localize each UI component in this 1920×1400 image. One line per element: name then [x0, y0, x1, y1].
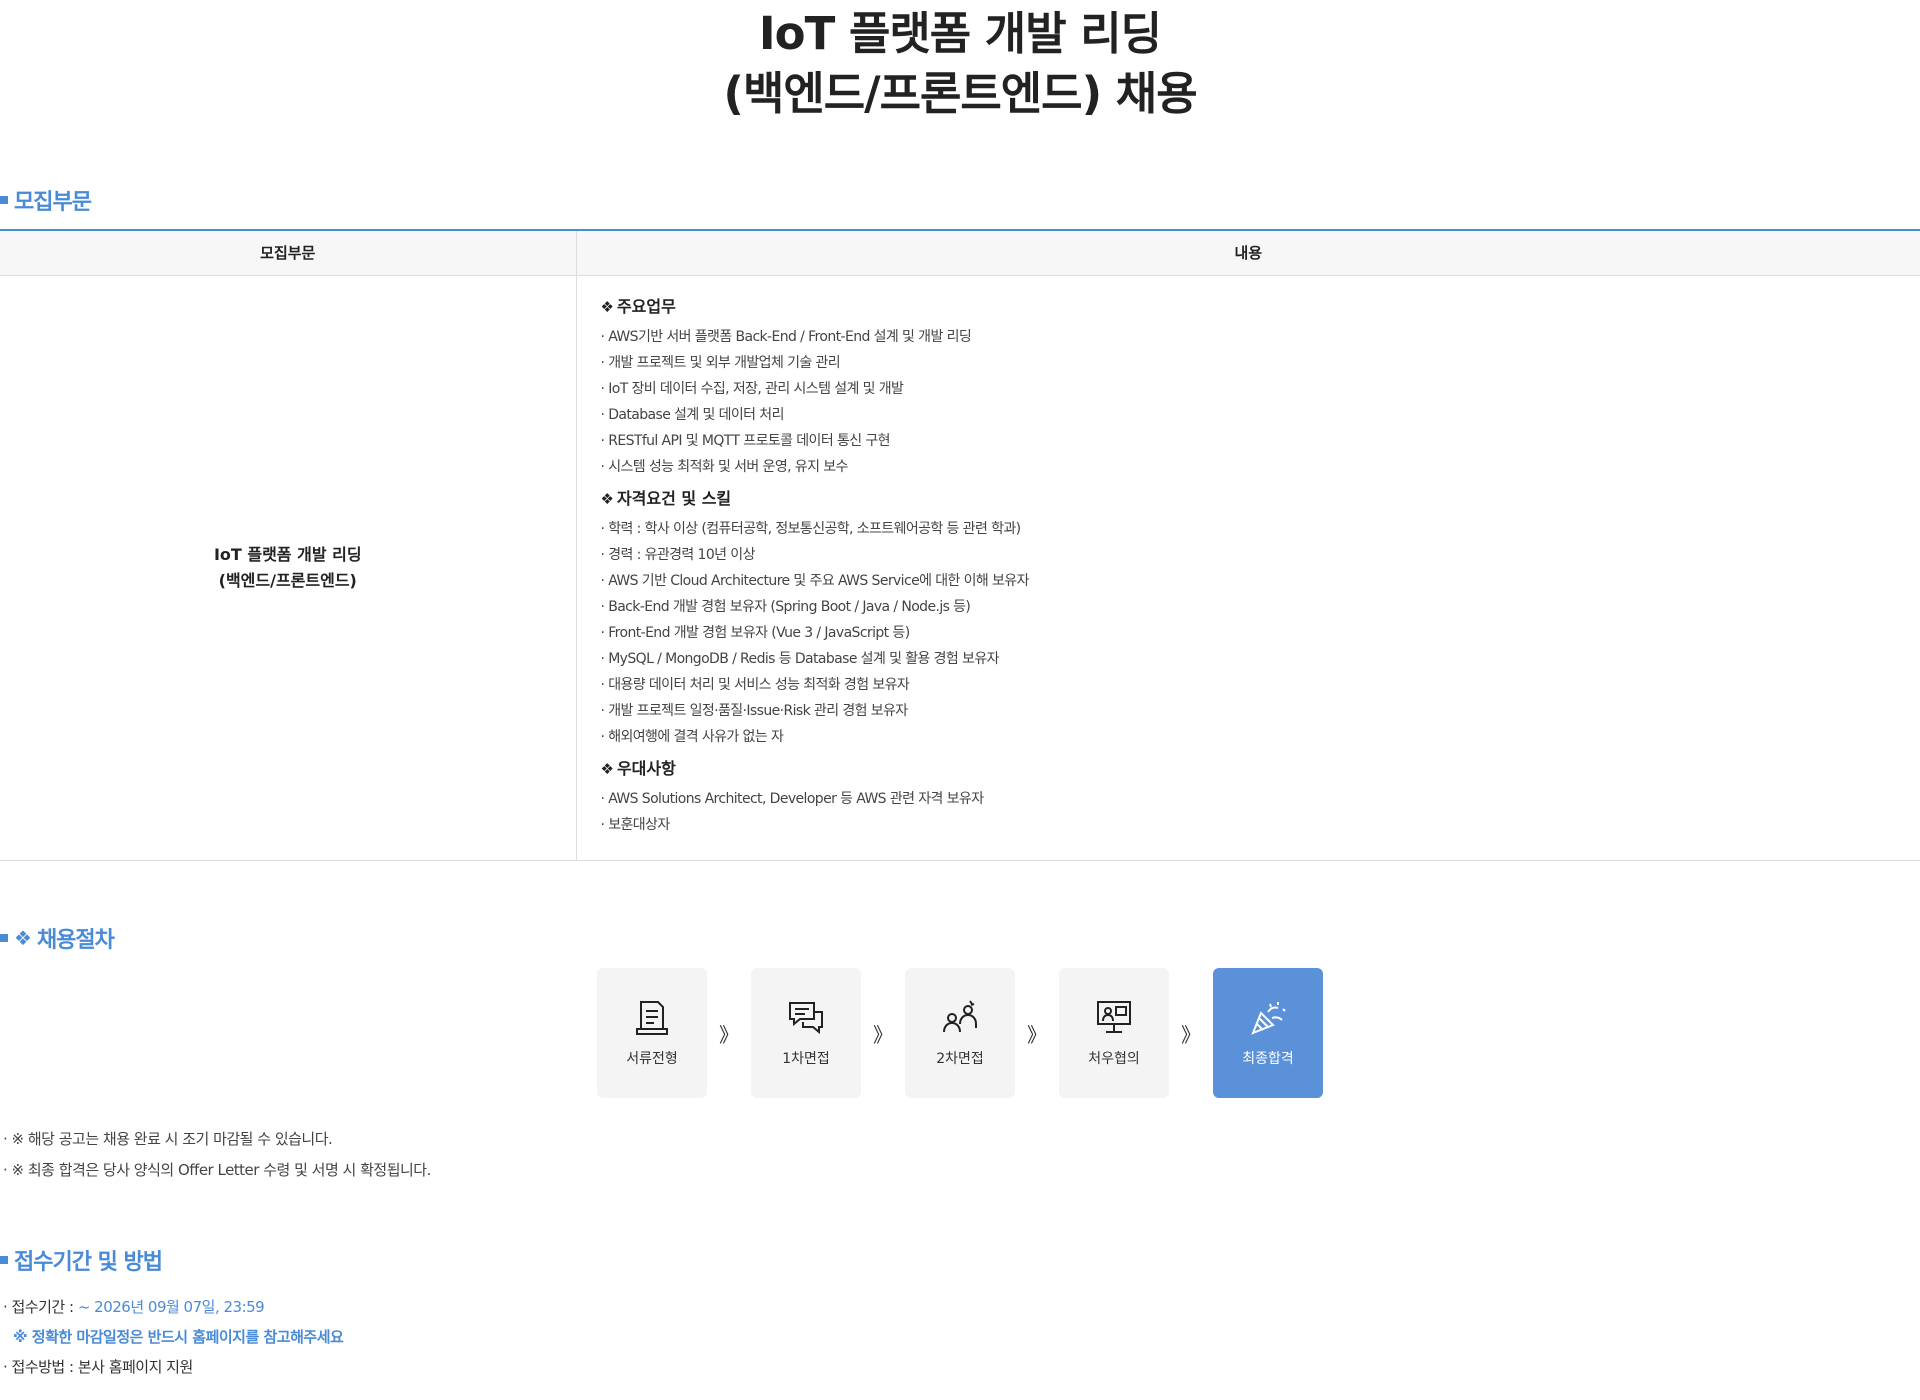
- diamond-bullet-icon: ❖: [600, 759, 614, 778]
- chat-bubbles-icon: [789, 1002, 823, 1035]
- table-header-position: 모집부문: [0, 230, 577, 276]
- diamond-bullet-icon: ❖: [600, 489, 614, 508]
- preferred-title: ❖ 우대사항: [601, 758, 1920, 780]
- duties-title-text: 주요업무: [616, 296, 676, 316]
- page-title-line1: IoT 플랫폼 개발 리딩: [758, 7, 1162, 60]
- list-item: 해외여행에 결격 사유가 없는 자: [601, 724, 1920, 750]
- square-bullet-icon: [0, 1256, 8, 1264]
- step-label: 1차면접: [782, 1051, 830, 1067]
- document-icon: [636, 1001, 668, 1035]
- recruit-table: 모집부문 내용 IoT 플랫폼 개발 리딩 (백엔드/프론트엔드) ❖ 주요업무…: [0, 229, 1920, 861]
- step-first-interview: 1차면접: [751, 968, 861, 1098]
- step-label: 2차면접: [936, 1051, 984, 1067]
- diamond-bullet-icon: ❖: [14, 926, 32, 950]
- list-item: Database 설계 및 데이터 처리: [601, 402, 1920, 428]
- duties-title: ❖ 주요업무: [601, 296, 1920, 318]
- apply-period-label: · 접수기간 :: [3, 1298, 78, 1316]
- table-row: IoT 플랫폼 개발 리딩 (백엔드/프론트엔드) ❖ 주요업무 AWS기반 서…: [0, 275, 1920, 861]
- note-item: · ※ 최종 합격은 당사 양식의 Offer Letter 수령 및 서명 시…: [3, 1161, 431, 1179]
- list-item: 개발 프로젝트 및 외부 개발업체 기술 관리: [601, 350, 1920, 376]
- preferred-block: ❖ 우대사항 AWS Solutions Architect, Develope…: [601, 758, 1920, 838]
- step-final-pass: 최종합격: [1213, 968, 1323, 1098]
- list-item: AWS기반 서버 플랫폼 Back-End / Front-End 설계 및 개…: [601, 324, 1920, 350]
- diamond-bullet-icon: ❖: [600, 297, 614, 316]
- section-heading-apply: 접수기간 및 방법: [0, 1243, 163, 1277]
- party-popper-icon: [1251, 1002, 1286, 1035]
- list-item: 경력 : 유관경력 10년 이상: [601, 542, 1920, 568]
- people-icon: [943, 1000, 977, 1033]
- content-cell: ❖ 주요업무 AWS기반 서버 플랫폼 Back-End / Front-End…: [576, 275, 1920, 861]
- square-bullet-icon: [0, 934, 8, 942]
- chevron-right-icon: 》: [719, 1022, 739, 1047]
- list-item: 시스템 성능 최적화 및 서버 운영, 유지 보수: [601, 454, 1920, 480]
- chevron-right-icon: 》: [873, 1022, 893, 1047]
- list-item: AWS Solutions Architect, Developer 등 AWS…: [601, 786, 1920, 812]
- step-second-interview: 2차면접: [905, 968, 1015, 1098]
- step-negotiation: 처우협의: [1059, 968, 1169, 1098]
- apply-warning: ※ 정확한 마감일정은 반드시 홈페이지를 참고해주세요: [13, 1328, 344, 1346]
- page-title-line2: (백엔드/프론트엔드) 채용: [723, 67, 1197, 120]
- apply-period: · 접수기간 : ~ 2026년 09월 07일, 23:59: [3, 1292, 343, 1322]
- section-title: 접수기간 및 방법: [14, 1250, 163, 1275]
- apply-period-value: ~ 2026년 09월 07일, 23:59: [77, 1298, 265, 1316]
- step-label: 최종합격: [1242, 1051, 1294, 1067]
- apply-method: · 접수방법 : 본사 홈페이지 지원: [3, 1358, 193, 1376]
- list-item: Front-End 개발 경험 보유자 (Vue 3 / JavaScript …: [601, 620, 1920, 646]
- square-bullet-icon: [0, 196, 8, 204]
- list-item: Back-End 개발 경험 보유자 (Spring Boot / Java /…: [601, 594, 1920, 620]
- process-notes: · ※ 해당 공고는 채용 완료 시 조기 마감될 수 있습니다. · ※ 최종…: [3, 1124, 431, 1186]
- page-title: IoT 플랫폼 개발 리딩 (백엔드/프론트엔드) 채용: [0, 4, 1920, 124]
- section-title: 채용절차: [36, 928, 115, 953]
- list-item: 대용량 데이터 처리 및 서비스 성능 최적화 경험 보유자: [601, 672, 1920, 698]
- note-item: · ※ 해당 공고는 채용 완료 시 조기 마감될 수 있습니다.: [3, 1130, 333, 1148]
- chevron-right-icon: 》: [1181, 1022, 1201, 1047]
- list-item: 보훈대상자: [601, 812, 1920, 838]
- position-cell: IoT 플랫폼 개발 리딩 (백엔드/프론트엔드): [0, 275, 577, 861]
- step-label: 서류전형: [626, 1051, 678, 1067]
- section-heading-process: ❖ 채용절차: [0, 921, 115, 955]
- table-header-content: 내용: [576, 230, 1920, 276]
- duties-block: ❖ 주요업무 AWS기반 서버 플랫폼 Back-End / Front-End…: [601, 296, 1920, 480]
- requirements-title: ❖ 자격요건 및 스킬: [601, 488, 1920, 510]
- step-document-screening: 서류전형: [597, 968, 707, 1098]
- requirements-title-text: 자격요건 및 스킬: [616, 488, 732, 508]
- requirements-block: ❖ 자격요건 및 스킬 학력 : 학사 이상 (컴퓨터공학, 정보통신공학, 소…: [601, 488, 1920, 750]
- preferred-title-text: 우대사항: [616, 758, 676, 778]
- monitor-meeting-icon: [1097, 1001, 1131, 1033]
- list-item: AWS 기반 Cloud Architecture 및 주요 AWS Servi…: [601, 568, 1920, 594]
- section-heading-recruit: 모집부문: [0, 183, 92, 217]
- step-label: 처우협의: [1088, 1051, 1140, 1067]
- list-item: 학력 : 학사 이상 (컴퓨터공학, 정보통신공학, 소프트웨어공학 등 관련 …: [601, 516, 1920, 542]
- section-title: 모집부문: [14, 190, 92, 215]
- position-name-line1: IoT 플랫폼 개발 리딩: [213, 544, 362, 564]
- apply-info: · 접수기간 : ~ 2026년 09월 07일, 23:59 ※ 정확한 마감…: [3, 1292, 344, 1382]
- list-item: MySQL / MongoDB / Redis 등 Database 설계 및 …: [601, 646, 1920, 672]
- process-steps: 서류전형 》 1차면접 》 2차면접 》 처우협의 》 최종합격: [597, 968, 1323, 1098]
- position-name-line2: (백엔드/프론트엔드): [218, 570, 357, 590]
- list-item: 개발 프로젝트 일정·품질·Issue·Risk 관리 경험 보유자: [601, 698, 1920, 724]
- list-item: RESTful API 및 MQTT 프로토콜 데이터 통신 구현: [601, 428, 1920, 454]
- list-item: IoT 장비 데이터 수집, 저장, 관리 시스템 설계 및 개발: [601, 376, 1920, 402]
- chevron-right-icon: 》: [1027, 1022, 1047, 1047]
